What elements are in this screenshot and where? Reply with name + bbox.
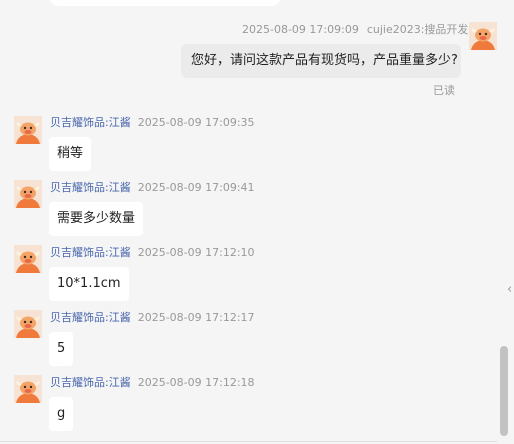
message-sender: 贝吉耀饰品:江酱: [50, 116, 131, 129]
message-sender: 贝吉耀饰品:江酱: [50, 376, 131, 389]
message-timestamp: 2025-08-09 17:12:10: [137, 246, 255, 259]
cartoon-bull-avatar-icon: [14, 375, 42, 403]
incoming-message-bubble[interactable]: 需要多少数量: [49, 202, 144, 236]
message-sender: 贝吉耀饰品:江酱: [50, 311, 131, 324]
message-timestamp: 2025-08-09 17:12:18: [137, 376, 255, 389]
avatar-icon[interactable]: [469, 22, 497, 50]
incoming-message-meta: 贝吉耀饰品:江酱 2025-08-09 17:09:41: [50, 181, 255, 195]
incoming-message-meta: 贝吉耀饰品:江酱 2025-08-09 17:09:35: [50, 116, 255, 130]
outgoing-message-bubble[interactable]: 您好，请问这款产品有现货吗，产品重量多少?: [181, 44, 461, 78]
cartoon-bull-avatar-icon: [14, 245, 42, 273]
outgoing-message-meta: 2025-08-09 17:09:09 cujie2023:搜品开发086: [242, 23, 489, 37]
scrollbar-thumb[interactable]: [500, 346, 508, 436]
cartoon-bull-avatar-icon: [14, 116, 42, 144]
read-status: 已读: [433, 84, 455, 97]
message-timestamp: 2025-08-09 17:12:17: [137, 311, 255, 324]
chat-message-panel: 2025-08-09 17:09:09 cujie2023:搜品开发086 您好，…: [0, 0, 514, 444]
incoming-message-meta: 贝吉耀饰品:江酱 2025-08-09 17:12:17: [50, 311, 255, 325]
chevron-left-icon[interactable]: ‹: [507, 283, 512, 297]
avatar-icon[interactable]: [14, 116, 42, 144]
incoming-message-meta: 贝吉耀饰品:江酱 2025-08-09 17:12:10: [50, 246, 255, 260]
avatar-icon[interactable]: [14, 310, 42, 338]
message-sender: 贝吉耀饰品:江酱: [50, 181, 131, 194]
divider: [0, 441, 497, 442]
incoming-message-meta: 贝吉耀饰品:江酱 2025-08-09 17:12:18: [50, 376, 255, 390]
partial-message-bubble: [50, 0, 280, 6]
incoming-message-bubble[interactable]: 5: [49, 332, 74, 366]
avatar-icon[interactable]: [14, 375, 42, 403]
cartoon-bull-avatar-icon: [469, 22, 497, 50]
message-timestamp: 2025-08-09 17:09:41: [137, 181, 255, 194]
message-sender: 贝吉耀饰品:江酱: [50, 246, 131, 259]
avatar-icon[interactable]: [14, 180, 42, 208]
message-timestamp: 2025-08-09 17:09:35: [137, 116, 255, 129]
cartoon-bull-avatar-icon: [14, 180, 42, 208]
message-timestamp: 2025-08-09 17:09:09: [242, 23, 359, 36]
incoming-message-bubble[interactable]: 10*1.1cm: [49, 267, 129, 301]
avatar-icon[interactable]: [14, 245, 42, 273]
incoming-message-bubble[interactable]: g: [49, 397, 74, 431]
incoming-message-bubble[interactable]: 稍等: [49, 137, 92, 171]
cartoon-bull-avatar-icon: [14, 310, 42, 338]
